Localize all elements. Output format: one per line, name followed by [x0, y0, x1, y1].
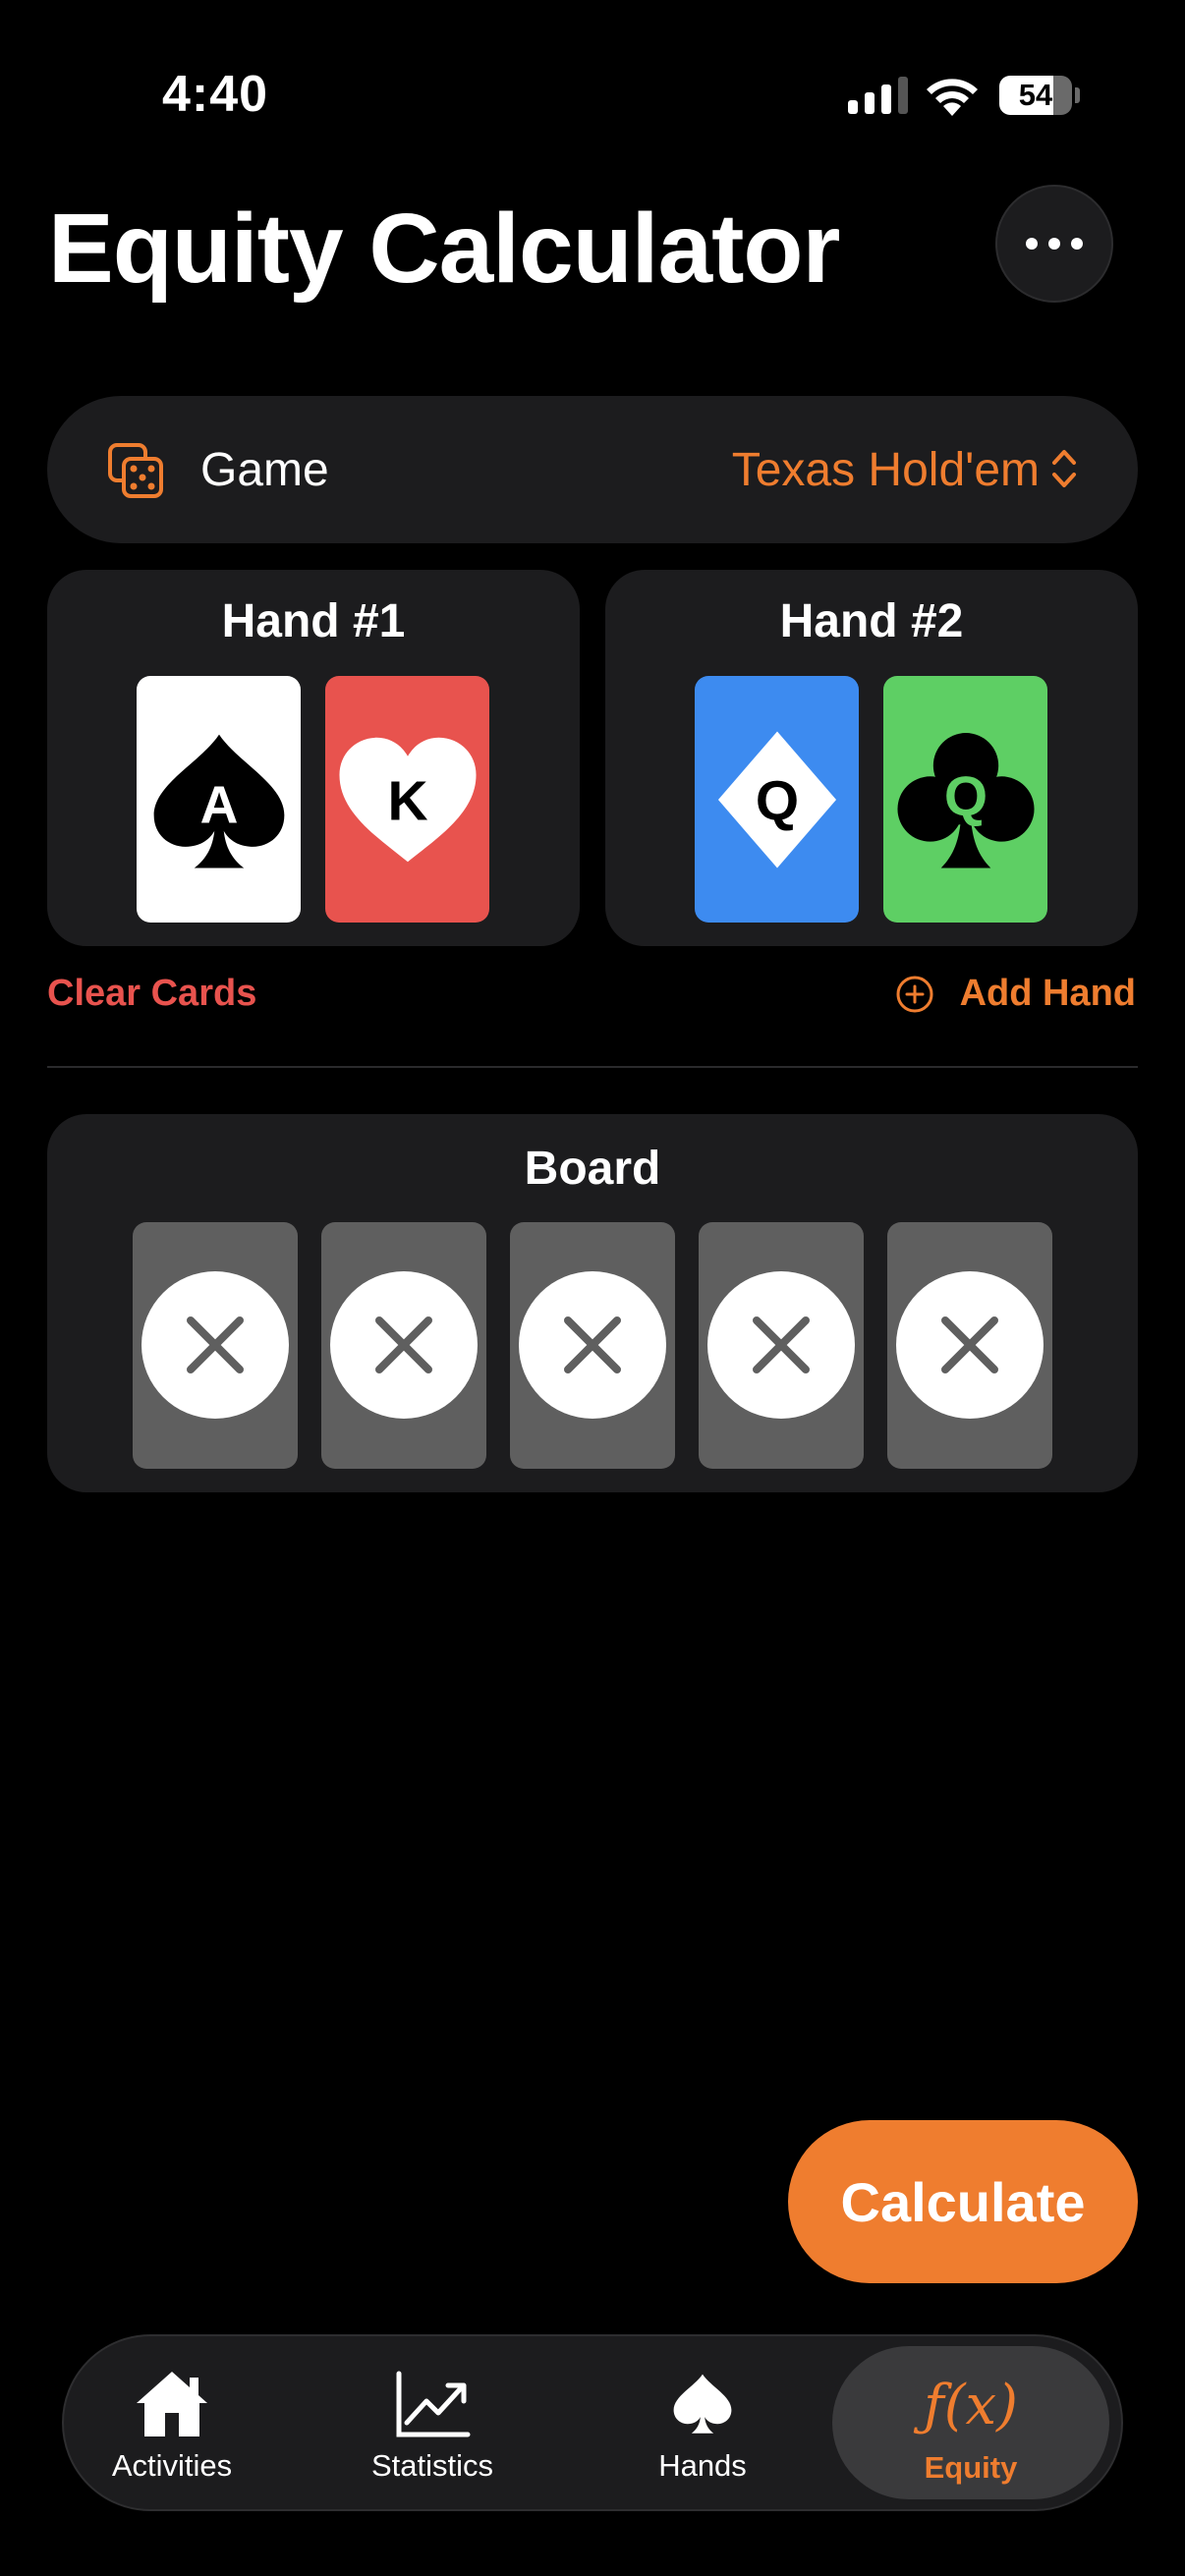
- more-options-button[interactable]: [995, 185, 1113, 303]
- cellular-signal-icon: [848, 77, 908, 114]
- empty-card-icon: [141, 1271, 289, 1419]
- battery-icon: 54: [999, 76, 1072, 115]
- tab-equity[interactable]: ƒ(x) Equity: [832, 2346, 1109, 2499]
- calculate-button[interactable]: Calculate: [788, 2120, 1138, 2283]
- add-hand-button[interactable]: Add Hand: [895, 973, 1136, 1015]
- card-king-hearts[interactable]: K: [325, 676, 489, 923]
- tab-statistics[interactable]: Statistics: [329, 2336, 536, 2509]
- diamond-icon: Q: [717, 730, 836, 868]
- empty-card-icon: [896, 1271, 1044, 1419]
- game-selector[interactable]: Game Texas Hold'em: [47, 396, 1138, 543]
- battery-cap: [1075, 87, 1080, 103]
- page-title: Equity Calculator: [48, 194, 840, 304]
- board-slot-5[interactable]: [887, 1222, 1052, 1469]
- dice-icon: [108, 443, 163, 498]
- empty-card-icon: [330, 1271, 478, 1419]
- empty-card-icon: [707, 1271, 855, 1419]
- tab-bar: Activities Statistics Hands ƒ(x) Equity: [62, 2334, 1123, 2511]
- hand-title: Hand #2: [779, 595, 964, 647]
- card-queen-clubs[interactable]: Q: [883, 676, 1047, 923]
- add-hand-label: Add Hand: [959, 973, 1136, 1014]
- clear-cards-button[interactable]: Clear Cards: [47, 973, 256, 1015]
- tab-label: Equity: [924, 2450, 1018, 2485]
- heart-icon: K: [338, 737, 477, 862]
- chevron-up-down-icon: [1052, 450, 1076, 487]
- card-queen-diamonds[interactable]: Q: [695, 676, 859, 923]
- tab-activities[interactable]: Activities: [84, 2336, 260, 2509]
- tab-label: Hands: [658, 2448, 747, 2483]
- board-slot-3[interactable]: [510, 1222, 675, 1469]
- board-slot-1[interactable]: [133, 1222, 298, 1469]
- divider: [47, 1066, 1138, 1068]
- card-rank: Q: [755, 770, 798, 832]
- house-icon: [137, 2372, 207, 2436]
- hand-panel-1: Hand #1 A K: [47, 570, 580, 946]
- card-rank: A: [199, 775, 238, 834]
- function-icon: ƒ(x): [923, 2373, 1018, 2437]
- board-slot-4[interactable]: [699, 1222, 864, 1469]
- card-rank: Q: [943, 765, 987, 827]
- board-panel: Board: [47, 1114, 1138, 1492]
- tab-label: Activities: [111, 2448, 233, 2483]
- board-slot-2[interactable]: [321, 1222, 486, 1469]
- spade-icon: A: [153, 734, 284, 868]
- board-title: Board: [524, 1143, 661, 1195]
- tab-hands[interactable]: Hands: [614, 2336, 791, 2509]
- card-rank: K: [387, 770, 427, 832]
- hand-title: Hand #1: [221, 595, 406, 647]
- plus-circle-icon: [896, 976, 933, 1012]
- hand-panel-2: Hand #2 Q Q: [605, 570, 1138, 946]
- status-time: 4:40: [162, 66, 269, 123]
- game-value[interactable]: Texas Hold'em: [732, 443, 1040, 497]
- chart-line-icon: [396, 2371, 471, 2437]
- game-label: Game: [200, 444, 329, 496]
- club-icon: Q: [896, 732, 1035, 868]
- tab-label: Statistics: [370, 2448, 494, 2483]
- status-bar: 4:40 54: [0, 0, 1185, 187]
- spade-icon: [673, 2374, 732, 2434]
- wifi-icon: [927, 79, 978, 116]
- card-ace-spades[interactable]: A: [137, 676, 301, 923]
- empty-card-icon: [519, 1271, 666, 1419]
- ellipsis-icon: [1026, 238, 1038, 250]
